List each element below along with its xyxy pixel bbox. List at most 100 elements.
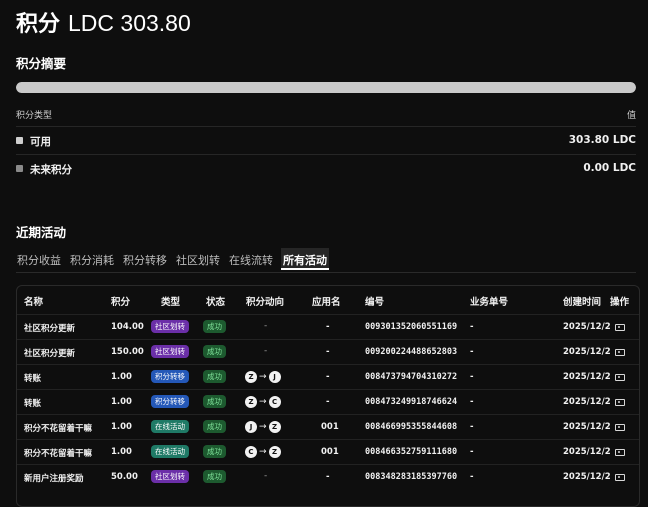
table-row: 转账 1.00 积分转移 成功 Z → C - 008473249918746624 - 2025/… [17, 389, 639, 415]
points-flow-empty: - [264, 346, 268, 356]
recent-activity-heading: 近期活动 [16, 225, 67, 240]
row-id: 009301352060551169 [365, 322, 458, 332]
balance-progress-bar [16, 82, 636, 93]
arrow-right-icon: → [259, 371, 267, 382]
col-action: 操作 [610, 297, 630, 308]
from-avatar: C [245, 445, 257, 458]
row-id: 008466352759111680 [365, 447, 458, 457]
col-flow: 积分动向 [246, 297, 285, 308]
points-flow: C → Z [245, 445, 281, 458]
type-badge: 在线活动 [151, 420, 189, 433]
row-created: 2025/12/2 [563, 422, 611, 432]
row-app: 001 [321, 422, 339, 432]
row-created: 2025/12/2 [563, 472, 611, 482]
type-badge: 积分转移 [151, 370, 189, 383]
table-row: 新用户注册奖励 50.00 社区划转 成功 - - 008348283185397760 - 2… [17, 464, 639, 490]
tab-divider [16, 272, 636, 273]
row-app: 001 [321, 447, 339, 457]
type-badge: 在线活动 [151, 445, 189, 458]
points-flow-empty: - [264, 471, 268, 481]
table-row: 积分不花留着干嘛 1.00 在线活动 成功 C → Z 001 0084663527591116… [17, 439, 639, 465]
row-points: 150.00 [111, 347, 144, 357]
col-points: 积分 [111, 297, 131, 308]
table-row: 社区积分更新 150.00 社区划转 成功 - - 009200224488652803 - 2… [17, 339, 639, 365]
col-status: 状态 [206, 297, 226, 308]
row-biz-no: - [470, 447, 474, 457]
col-biz-no: 业务单号 [470, 297, 509, 308]
view-detail-icon[interactable] [615, 424, 625, 431]
row-name: 积分不花留着干嘛 [24, 449, 93, 459]
tab-community-transfer[interactable]: 社区划转 [175, 248, 221, 270]
summary-row-value: 303.80 LDC [568, 134, 636, 146]
row-points: 1.00 [111, 372, 132, 382]
status-badge: 成功 [203, 420, 226, 433]
row-name: 转账 [24, 374, 42, 384]
tab-points-income[interactable]: 积分收益 [16, 248, 62, 270]
col-app: 应用名 [312, 297, 341, 308]
activity-table: 名称 积分 类型 状态 积分动向 应用名 编号 业务单号 创建时间 操作 社区积… [16, 285, 640, 507]
tab-points-spending[interactable]: 积分消耗 [69, 248, 115, 270]
legend-square [16, 137, 23, 144]
to-avatar: Z [268, 420, 281, 433]
view-detail-icon[interactable] [615, 399, 625, 406]
view-detail-icon[interactable] [615, 349, 625, 356]
points-flow: Z → J [245, 370, 281, 383]
row-points: 50.00 [111, 472, 138, 482]
table-header: 名称 积分 类型 状态 积分动向 应用名 编号 业务单号 创建时间 操作 [17, 286, 639, 314]
row-name: 积分不花留着干嘛 [24, 424, 93, 434]
type-badge: 积分转移 [151, 395, 189, 408]
row-id: 008466995355844608 [365, 422, 458, 432]
status-badge: 成功 [203, 445, 226, 458]
row-biz-no: - [470, 472, 474, 482]
row-app: - [326, 397, 330, 407]
row-points: 1.00 [111, 422, 132, 432]
row-created: 2025/12/2 [563, 322, 611, 332]
row-app: - [326, 347, 330, 357]
col-name: 名称 [24, 297, 44, 308]
summary-row-available: 可用 303.80 LDC [16, 126, 636, 155]
row-name: 转账 [24, 399, 42, 409]
type-badge: 社区划转 [151, 470, 189, 483]
row-created: 2025/12/2 [563, 347, 611, 357]
row-created: 2025/12/2 [563, 372, 611, 382]
arrow-right-icon: → [259, 421, 267, 432]
summary-col-type: 积分类型 [16, 111, 53, 121]
table-row: 转账 1.00 积分转移 成功 Z → J - 008473794704310272 - 2025/… [17, 364, 639, 390]
view-detail-icon[interactable] [615, 474, 625, 481]
summary-heading: 积分摘要 [16, 56, 67, 71]
points-flow-empty: - [264, 321, 268, 331]
status-badge: 成功 [203, 320, 226, 333]
view-detail-icon[interactable] [615, 374, 625, 381]
points-flow: Z → C [245, 395, 281, 408]
tab-all-activity[interactable]: 所有活动 [281, 248, 329, 270]
activity-tabs: 积分收益 积分消耗 积分转移 社区划转 在线流转 所有活动 [16, 248, 329, 270]
from-avatar: J [245, 420, 257, 433]
to-avatar: J [268, 370, 281, 383]
type-badge: 社区划转 [151, 320, 189, 333]
row-biz-no: - [470, 347, 474, 357]
col-type: 类型 [161, 297, 181, 308]
row-id: 008473249918746624 [365, 397, 458, 407]
page-title: 积分 LDC 303.80 [16, 6, 191, 38]
view-detail-icon[interactable] [615, 449, 625, 456]
row-biz-no: - [470, 397, 474, 407]
arrow-right-icon: → [259, 446, 267, 457]
row-points: 1.00 [111, 447, 132, 457]
tab-online-flow[interactable]: 在线流转 [228, 248, 274, 270]
status-badge: 成功 [203, 470, 226, 483]
from-avatar: Z [245, 395, 257, 408]
row-created: 2025/12/2 [563, 447, 611, 457]
row-name: 社区积分更新 [24, 324, 76, 334]
summary-row-value: 0.00 LDC [583, 162, 636, 174]
status-badge: 成功 [203, 395, 226, 408]
balance-amount: LDC 303.80 [68, 10, 191, 36]
row-app: - [326, 322, 330, 332]
tab-points-transfer[interactable]: 积分转移 [122, 248, 168, 270]
row-id: 009200224488652803 [365, 347, 458, 357]
row-biz-no: - [470, 372, 474, 382]
view-detail-icon[interactable] [615, 324, 625, 331]
row-created: 2025/12/2 [563, 397, 611, 407]
from-avatar: Z [245, 370, 257, 383]
col-id: 编号 [365, 297, 385, 308]
summary-col-value: 值 [626, 111, 636, 121]
